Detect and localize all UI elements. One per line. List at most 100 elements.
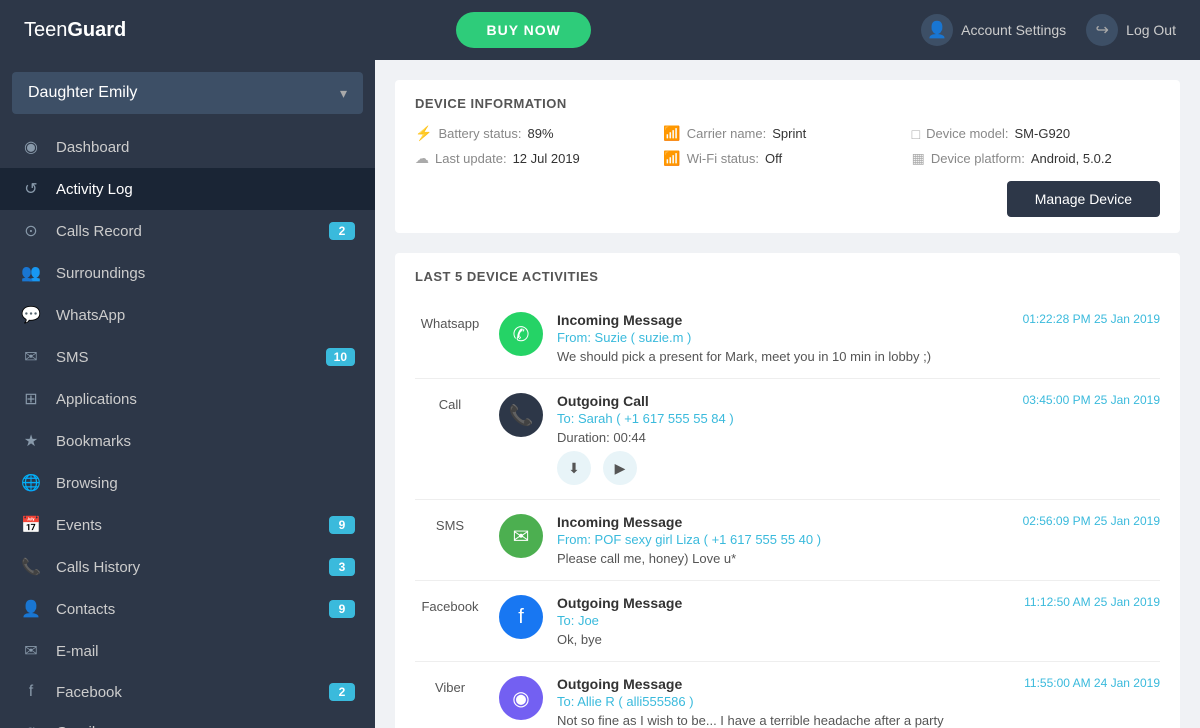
activity-body-0: Incoming Message 01:22:28 PM 25 Jan 2019… — [557, 312, 1160, 364]
manage-device-button[interactable]: Manage Device — [1007, 181, 1160, 217]
activity-meta-4: To: Allie R ( alli555586 ) — [557, 694, 1160, 709]
sidebar-item-surroundings[interactable]: 👥 Surroundings — [0, 252, 375, 294]
activity-content-2: Please call me, honey) Love u* — [557, 551, 1160, 566]
account-settings-button[interactable]: 👤 Account Settings — [921, 14, 1066, 46]
activity-time-3: 11:12:50 AM 25 Jan 2019 — [1024, 595, 1160, 609]
sidebar-item-dashboard[interactable]: ◉ Dashboard — [0, 126, 375, 168]
sidebar-item-facebook[interactable]: f Facebook 2 — [0, 672, 375, 712]
activity-avatar-4: ◉ — [499, 676, 543, 720]
update-info: ☁ Last update: 12 Jul 2019 — [415, 150, 663, 167]
activity-content-4: Not so fine as I wish to be... I have a … — [557, 713, 1160, 728]
activity-header-3: Outgoing Message 11:12:50 AM 25 Jan 2019 — [557, 595, 1160, 611]
device-info-box: DEVICE INFORMATION ⚡ Battery status: 89%… — [395, 80, 1180, 233]
logo: TeenGuard — [24, 19, 126, 42]
nav-label-events: Events — [56, 517, 315, 534]
sidebar-item-events[interactable]: 📅 Events 9 — [0, 504, 375, 546]
nav-badge-calls-history: 3 — [329, 558, 355, 576]
activity-content-1: Duration: 00:44 — [557, 430, 1160, 445]
sidebar-item-calls-history[interactable]: 📞 Calls History 3 — [0, 546, 375, 588]
nav-label-dashboard: Dashboard — [56, 139, 355, 156]
nav-icon-calls-record: ⊙ — [20, 221, 42, 241]
platform-icon: ▦ — [912, 150, 925, 167]
platform-label: Device platform: — [931, 151, 1025, 166]
activity-content-0: We should pick a present for Mark, meet … — [557, 349, 1160, 364]
battery-info: ⚡ Battery status: 89% — [415, 125, 663, 142]
logout-label: Log Out — [1126, 22, 1176, 38]
nav-icon-email: ✉ — [20, 641, 42, 661]
activity-time-1: 03:45:00 PM 25 Jan 2019 — [1023, 393, 1160, 407]
activity-type-0: Incoming Message — [557, 312, 682, 328]
activity-type-4: Outgoing Message — [557, 676, 682, 692]
activity-app-0: Whatsapp — [415, 312, 485, 331]
device-selector[interactable]: Daughter Emily ▾ — [12, 72, 363, 114]
download-icon[interactable]: ⬇ — [557, 451, 591, 485]
nav-badge-contacts: 9 — [329, 600, 355, 618]
sidebar-item-activity-log[interactable]: ↺ Activity Log — [0, 168, 375, 210]
nav-icon-applications: ⊞ — [20, 389, 42, 409]
activities-list: Whatsapp ✆ Incoming Message 01:22:28 PM … — [415, 298, 1160, 728]
nav-icon-facebook: f — [20, 683, 42, 701]
header-right: 👤 Account Settings ↪ Log Out — [921, 14, 1176, 46]
nav-items: ◉ Dashboard ↺ Activity Log ⊙ Calls Recor… — [0, 126, 375, 728]
activity-meta-3: To: Joe — [557, 613, 1160, 628]
sidebar-item-bookmarks[interactable]: ★ Bookmarks — [0, 420, 375, 462]
nav-label-calls-record: Calls Record — [56, 223, 315, 240]
activity-avatar-2: ✉ — [499, 514, 543, 558]
activity-item-2: SMS ✉ Incoming Message 02:56:09 PM 25 Ja… — [415, 500, 1160, 581]
device-info-title: DEVICE INFORMATION — [415, 96, 1160, 111]
sidebar-item-contacts[interactable]: 👤 Contacts 9 — [0, 588, 375, 630]
nav-icon-whatsapp: 💬 — [20, 305, 42, 325]
nav-label-surroundings: Surroundings — [56, 265, 355, 282]
carrier-info: 📶 Carrier name: Sprint — [663, 125, 911, 142]
activity-type-1: Outgoing Call — [557, 393, 649, 409]
activity-time-4: 11:55:00 AM 24 Jan 2019 — [1024, 676, 1160, 690]
activity-item-4: Viber ◉ Outgoing Message 11:55:00 AM 24 … — [415, 662, 1160, 728]
activity-meta-2: From: POF sexy girl Liza ( +1 617 555 55… — [557, 532, 1160, 547]
sidebar-item-whatsapp[interactable]: 💬 WhatsApp — [0, 294, 375, 336]
activity-header-0: Incoming Message 01:22:28 PM 25 Jan 2019 — [557, 312, 1160, 328]
play-icon[interactable]: ▶ — [603, 451, 637, 485]
sidebar-item-applications[interactable]: ⊞ Applications — [0, 378, 375, 420]
logo-text: Teen — [24, 19, 67, 41]
sidebar-item-sms[interactable]: ✉ SMS 10 — [0, 336, 375, 378]
sidebar-item-browsing[interactable]: 🌐 Browsing — [0, 462, 375, 504]
activity-header-4: Outgoing Message 11:55:00 AM 24 Jan 2019 — [557, 676, 1160, 692]
activity-header-1: Outgoing Call 03:45:00 PM 25 Jan 2019 — [557, 393, 1160, 409]
update-label: Last update: — [435, 151, 507, 166]
activity-content-3: Ok, bye — [557, 632, 1160, 647]
model-value: SM-G920 — [1015, 126, 1071, 141]
carrier-value: Sprint — [772, 126, 806, 141]
logout-button[interactable]: ↪ Log Out — [1086, 14, 1176, 46]
wifi-label: Wi-Fi status: — [687, 151, 759, 166]
nav-badge-sms: 10 — [326, 348, 355, 366]
activity-body-1: Outgoing Call 03:45:00 PM 25 Jan 2019 To… — [557, 393, 1160, 485]
nav-label-applications: Applications — [56, 391, 355, 408]
activity-item-1: Call 📞 Outgoing Call 03:45:00 PM 25 Jan … — [415, 379, 1160, 500]
chevron-down-icon: ▾ — [340, 85, 347, 102]
nav-badge-facebook: 2 — [329, 683, 355, 701]
update-icon: ☁ — [415, 150, 429, 167]
activity-avatar-0: ✆ — [499, 312, 543, 356]
nav-badge-events: 9 — [329, 516, 355, 534]
activity-app-3: Facebook — [415, 595, 485, 614]
sidebar-item-calls-record[interactable]: ⊙ Calls Record 2 — [0, 210, 375, 252]
sidebar-item-email[interactable]: ✉ E-mail — [0, 630, 375, 672]
nav-icon-calls-history: 📞 — [20, 557, 42, 577]
nav-label-whatsapp: WhatsApp — [56, 307, 355, 324]
logout-icon: ↪ — [1086, 14, 1118, 46]
activity-item-0: Whatsapp ✆ Incoming Message 01:22:28 PM … — [415, 298, 1160, 379]
nav-icon-gmail: g — [20, 723, 42, 728]
activity-item-3: Facebook f Outgoing Message 11:12:50 AM … — [415, 581, 1160, 662]
sidebar-item-gmail[interactable]: g Gmail — [0, 712, 375, 728]
activity-body-4: Outgoing Message 11:55:00 AM 24 Jan 2019… — [557, 676, 1160, 728]
nav-icon-contacts: 👤 — [20, 599, 42, 619]
nav-icon-activity-log: ↺ — [20, 179, 42, 199]
device-selector-label: Daughter Emily — [28, 84, 137, 102]
device-info-grid: ⚡ Battery status: 89% 📶 Carrier name: Sp… — [415, 125, 1160, 167]
nav-label-email: E-mail — [56, 643, 355, 660]
activity-body-2: Incoming Message 02:56:09 PM 25 Jan 2019… — [557, 514, 1160, 566]
account-settings-label: Account Settings — [961, 22, 1066, 38]
buy-now-button[interactable]: BUY NOW — [456, 12, 590, 48]
update-value: 12 Jul 2019 — [513, 151, 580, 166]
nav-icon-sms: ✉ — [20, 347, 42, 367]
